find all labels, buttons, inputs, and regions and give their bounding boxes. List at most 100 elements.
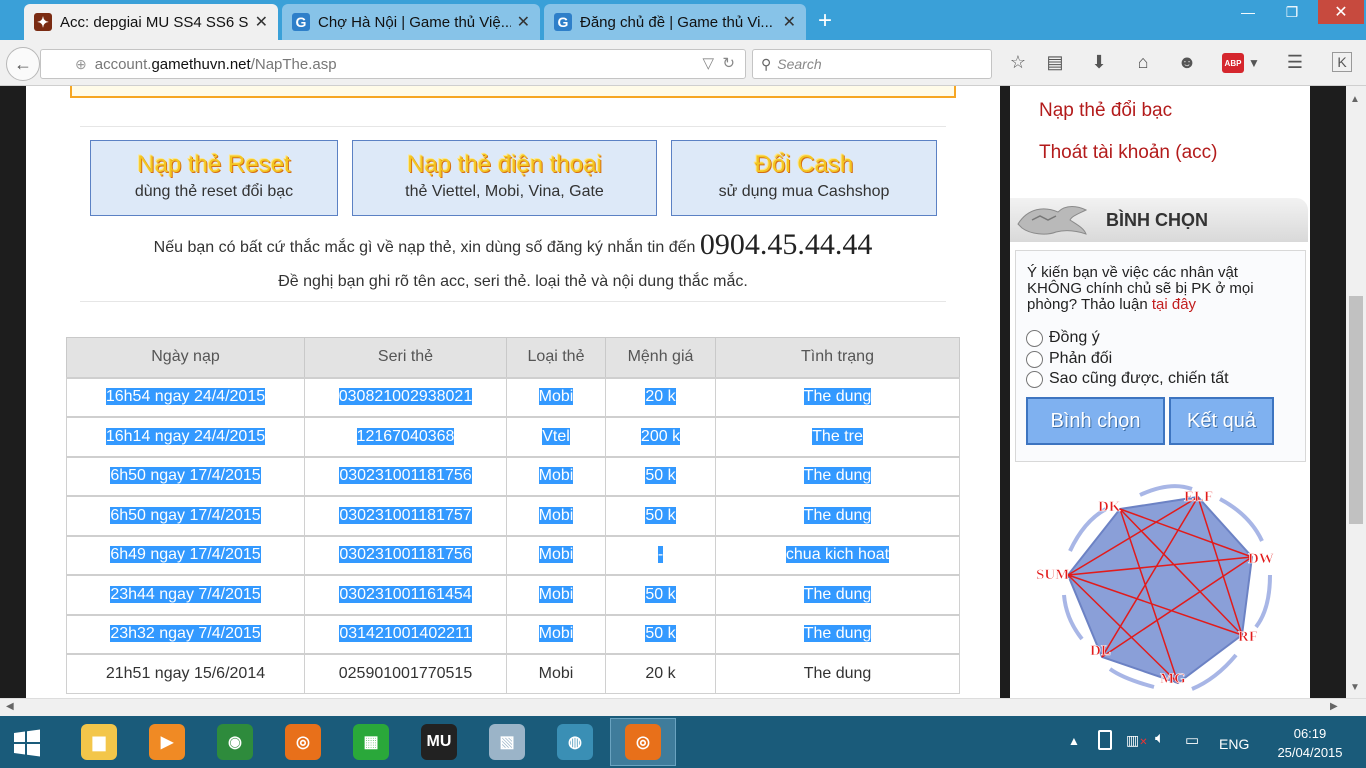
window-close-button[interactable]: ✕ [1318,0,1364,24]
clock[interactable]: 06:19 25/04/2015 [1270,726,1350,760]
cell-text: Mobi [538,585,574,603]
reload-icon[interactable]: ▽ ↻ [703,54,735,72]
chevron-down-icon[interactable]: ▼ [1242,56,1266,70]
nap-the-doi-bac-link[interactable]: Nạp thẻ đổi bạc [1039,100,1172,122]
radio-button[interactable] [1026,350,1043,368]
taskbar-app-button[interactable]: ◎ [610,718,676,766]
bookmark-star-icon[interactable]: ☆ [1006,52,1030,73]
extension-k-icon[interactable]: K [1332,52,1352,72]
cell-text: 23h44 ngay 7/4/2015 [110,585,261,603]
tab-title: Chợ Hà Nội | Game thủ Việ... [318,13,511,31]
taskbar-app-button[interactable]: ◎ [270,718,336,766]
cell-text: Mobi [538,388,574,406]
table-row: 6h50 ngay 17/4/2015 030231001181757 Mobi 50… [66,495,960,536]
vote-option-sao-cung-duoc[interactable]: Sao cũng được, chiến tất [1026,370,1229,388]
table-cell: 6h50 ngay 17/4/2015 [66,495,305,536]
language-indicator[interactable]: ENG [1219,736,1249,752]
cell-text: The dung [803,585,872,603]
cell-text: The dung [803,665,872,682]
close-icon[interactable]: ✕ [517,12,530,32]
table-cell: 50 k [605,574,716,615]
table-cell: 20 k [605,376,716,418]
taskbar-app-button[interactable]: ▧ [474,718,540,766]
minimize-button[interactable]: — [1228,0,1268,24]
cell-text: Mobi [538,546,574,564]
restore-button[interactable]: ❐ [1272,0,1312,24]
bookmarks-list-icon[interactable]: ▤ [1043,52,1067,73]
table-cell: 031421001402211 [304,613,507,655]
taskbar-app-button[interactable]: ◍ [542,718,608,766]
new-tab-button[interactable]: + [818,7,832,35]
tab-title: Đăng chủ đề | Game thủ Vi... [580,13,773,31]
taskbar-app-button[interactable]: ▦ [338,718,404,766]
tab-dang-chu-de[interactable]: G Đăng chủ đề | Game thủ Vi... ✕ [544,4,806,40]
vote-question: Ý kiến bạn về việc các nhân vật KHÔNG ch… [1027,265,1297,313]
show-hidden-icons-icon[interactable]: ▲ [1068,734,1080,748]
vote-option-phan-doi[interactable]: Phản đối [1026,350,1112,368]
notice-text: Nếu bạn có bất cứ thắc mắc gì về nạp thẻ… [153,239,696,256]
cell-text: Mobi [538,506,574,524]
cell-text: 12167040368 [356,427,455,445]
nap-the-reset-button[interactable]: Nạp thẻ Reset dùng thẻ reset đổi bạc [90,140,338,216]
menu-icon[interactable]: ☰ [1283,52,1307,73]
file-explorer-icon: ▆ [81,724,117,760]
table-cell: 030821002938021 [304,376,507,418]
radio-button[interactable] [1026,370,1043,388]
horizontal-scrollbar[interactable]: ◀ ▶ [0,698,1366,716]
adblock-icon[interactable]: ABP [1222,53,1244,73]
cell-text: 6h50 ngay 17/4/2015 [110,506,261,524]
close-icon[interactable]: ✕ [783,12,796,32]
chrome-icon: ◉ [217,724,253,760]
scrollbar-thumb[interactable] [1349,296,1363,524]
logout-link[interactable]: Thoát tài khoản (acc) [1039,142,1217,164]
vote-submit-button[interactable]: Bình chọn [1026,397,1165,445]
table-cell: The dung [715,574,960,615]
vote-option-dong-y[interactable]: Đồng ý [1026,329,1100,347]
sidebar: Nạp thẻ đổi bạc Thoát tài khoản (acc) BÌ… [1010,86,1310,698]
network-x-icon[interactable]: ▥✕ [1126,732,1148,749]
scroll-down-icon[interactable]: ▼ [1350,682,1360,693]
doi-cash-button[interactable]: Đổi Cash sử dụng mua Cashshop [671,140,937,216]
start-button[interactable] [12,728,42,758]
url-path: /NapThe.asp [250,55,337,73]
cell-text: Mobi [538,665,574,682]
table-cell: 21h51 ngay 15/6/2014 [66,653,305,694]
table-cell: - [605,534,716,576]
table-cell: Mobi [506,455,606,497]
battery-icon[interactable] [1098,730,1112,750]
tab-cho-ha-noi[interactable]: G Chợ Hà Nội | Game thủ Việ... ✕ [282,4,540,40]
hello-chat-icon[interactable]: ☻ [1175,52,1199,73]
url-bar[interactable]: ⊕ account. gamethuvn.net/NapThe.asp ▽ ↻ [40,49,746,79]
taskbar-app-button[interactable]: MU [406,718,472,766]
volume-icon[interactable]: 🔈︎ [1155,730,1165,748]
cell-text: 031421001402211 [339,625,472,643]
scroll-left-icon[interactable]: ◀ [6,701,14,712]
table-cell: 030231001181757 [304,495,507,536]
action-center-icon[interactable]: ▭ [1185,731,1199,749]
search-input[interactable]: ⚲ Search [752,49,992,79]
nap-the-dien-thoai-button[interactable]: Nạp thẻ điện thoại thẻ Viettel, Mobi, Vi… [352,140,657,216]
table-cell: 20 k [605,653,716,694]
gamethu-favicon-icon: G [292,13,310,31]
scroll-right-icon[interactable]: ▶ [1330,701,1338,712]
vertical-scrollbar[interactable]: ▲ ▼ [1346,86,1366,698]
scroll-up-icon[interactable]: ▲ [1350,94,1360,105]
option-label: Sao cũng được, chiến tất [1049,370,1229,387]
radio-button[interactable] [1026,329,1043,347]
cell-text: 200 k [640,427,681,445]
column-header: Ngày nạp [66,337,305,378]
home-icon[interactable]: ⌂ [1131,52,1155,73]
download-icon[interactable]: ⬇ [1087,52,1111,73]
taskbar-app-button[interactable]: ◉ [202,718,268,766]
vote-result-button[interactable]: Kết quả [1169,397,1274,445]
cell-text: 20 k [645,388,676,406]
table-cell: 025901001770515 [304,653,507,694]
diagram-label: SUM [1036,567,1069,583]
back-button[interactable]: ← [6,47,40,81]
discussion-link[interactable]: tại đây [1152,296,1196,313]
tab-account[interactable]: ✦ Acc: depgiai MU SS4 SS6 S... ✕ [24,4,278,40]
taskbar-app-button[interactable]: ▶ [134,718,200,766]
table-cell: The tre [715,416,960,457]
taskbar-app-button[interactable]: ▆ [66,718,132,766]
close-icon[interactable]: ✕ [255,12,268,32]
